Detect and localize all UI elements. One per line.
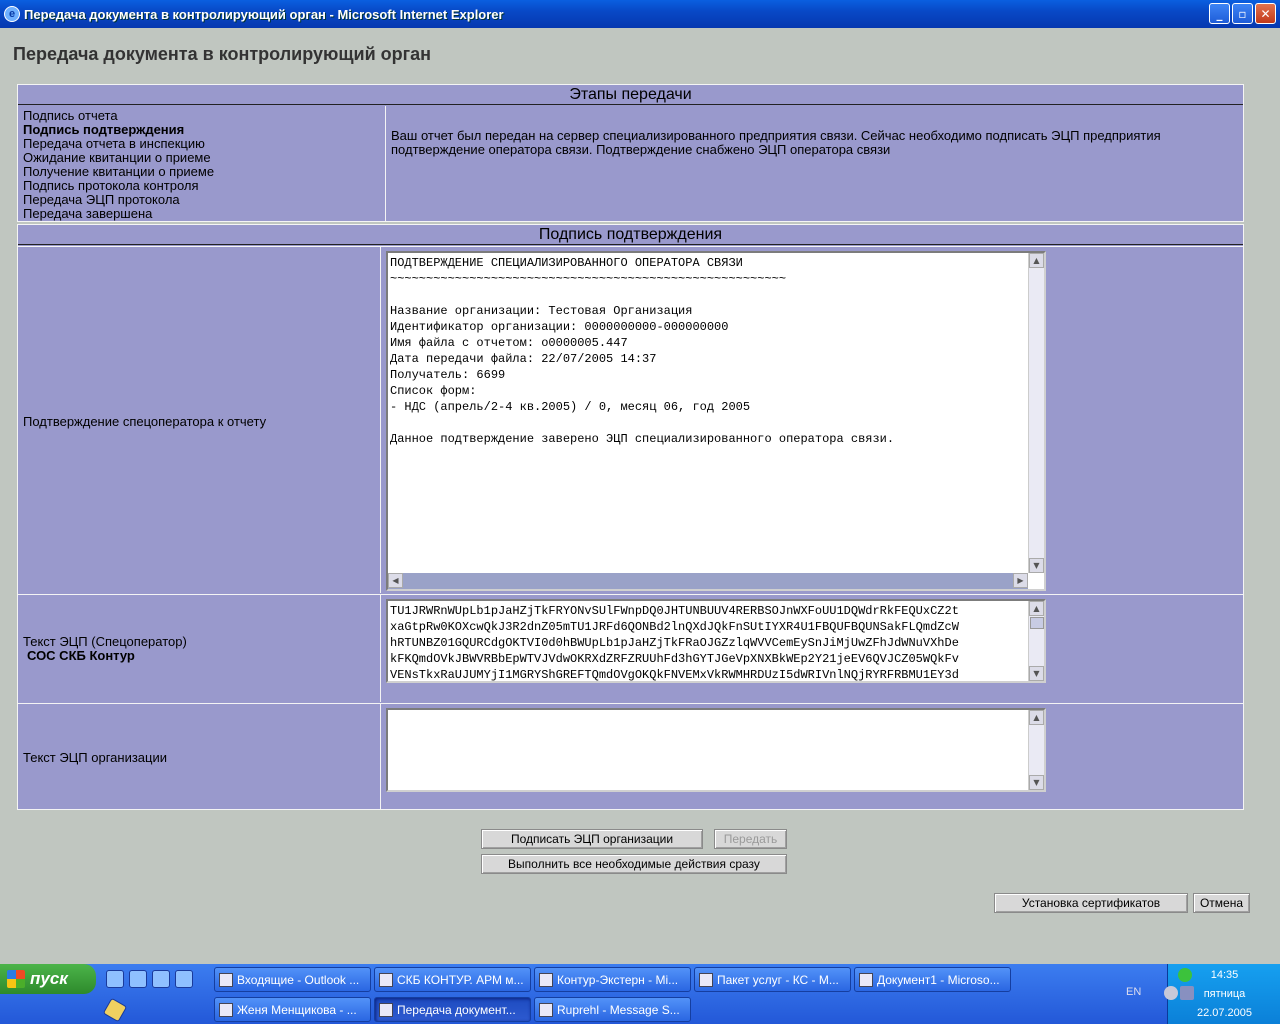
- window-title: Передача документа в контролирующий орга…: [24, 6, 504, 22]
- row-divider: [380, 247, 381, 593]
- start-button[interactable]: пуск: [0, 964, 96, 994]
- operator-signature-label: Текст ЭЦП (Спецоператор): [23, 634, 187, 649]
- windows-flag-icon: [7, 970, 25, 988]
- word-icon: [859, 972, 873, 987]
- app-icon: [219, 972, 233, 987]
- page-title: Передача документа в контролирующий орга…: [13, 44, 432, 64]
- sign-org-button[interactable]: Подписать ЭЦП организации: [481, 829, 703, 849]
- taskbar-item[interactable]: Контур-Экстерн - Mi...: [534, 967, 691, 992]
- taskbar-item[interactable]: Документ1 - Microso...: [854, 967, 1011, 992]
- operator-signature-vscroll[interactable]: ▲ ▼: [1028, 601, 1044, 681]
- app-icon: [539, 1002, 553, 1017]
- scroll-down-icon[interactable]: ▼: [1029, 558, 1044, 573]
- taskbar-item[interactable]: Женя Менщикова - ...: [214, 997, 371, 1022]
- stage-item: Передача завершена: [23, 206, 153, 221]
- task-label: Ruprehl - Message S...: [557, 1002, 680, 1017]
- taskbar-item-active[interactable]: Передача документ...: [374, 997, 531, 1022]
- system-tray: EN 14:35 пятница 22.07.2005: [1126, 964, 1280, 1024]
- stage-item-active: Подпись подтверждения: [23, 122, 185, 137]
- scroll-up-icon[interactable]: ▲: [1029, 710, 1044, 725]
- scroll-left-icon[interactable]: ◀: [388, 573, 403, 588]
- row-divider: [380, 704, 381, 810]
- task-label: Пакет услуг - КС - M...: [717, 972, 839, 987]
- stages-panel: Этапы передачи Подпись отчета Подпись по…: [17, 84, 1244, 222]
- maximize-button[interactable]: ▫: [1232, 3, 1253, 24]
- messenger-quicklaunch-icon[interactable]: [152, 970, 170, 988]
- org-signature-text: [388, 710, 1044, 714]
- start-label: пуск: [30, 969, 68, 988]
- scroll-thumb[interactable]: [1030, 617, 1044, 629]
- confirmation-row: Подтверждение спецоператора к отчету ПОД…: [18, 246, 1243, 593]
- transmit-button[interactable]: Передать: [714, 829, 787, 849]
- scroll-up-icon[interactable]: ▲: [1029, 253, 1044, 268]
- org-signature-textarea[interactable]: ▲ ▼: [386, 708, 1046, 792]
- window-title-bar[interactable]: e Передача документа в контролирующий ор…: [0, 0, 1280, 28]
- operator-signature-row: Текст ЭЦП (Спецоператор) СОС СКБ Контур …: [18, 594, 1243, 702]
- stage-description: Ваш отчет был передан на сервер специали…: [391, 128, 1161, 157]
- stage-item: Передача отчета в инспекцию: [23, 136, 205, 151]
- install-certificates-button[interactable]: Установка сертификатов: [994, 893, 1188, 913]
- clock-weekday: пятница: [1203, 988, 1246, 1000]
- clock-time[interactable]: 14:35: [1168, 969, 1280, 981]
- window-controls: _ ▫ ✕: [1209, 3, 1276, 24]
- task-label: Передача документ...: [397, 1002, 516, 1017]
- task-label: Женя Менщикова - ...: [237, 1002, 357, 1017]
- taskbar-item[interactable]: Входящие - Outlook ...: [214, 967, 371, 992]
- scroll-up-icon[interactable]: ▲: [1029, 601, 1044, 616]
- stage-item: Передача ЭЦП протокола: [23, 192, 180, 207]
- outlook-quicklaunch-icon[interactable]: [129, 970, 147, 988]
- app-icon: [539, 972, 553, 987]
- stage-list: Подпись отчета Подпись подтверждения Пер…: [18, 106, 386, 222]
- operator-name: СОС СКБ Контур: [27, 648, 135, 663]
- operator-signature-text: TU1JRWRnWUpLb1pJaHZjTkFRYONvSUlFWnpDQ0JH…: [390, 604, 959, 682]
- app-icon: [699, 972, 713, 987]
- scroll-right-icon[interactable]: ▶: [1013, 573, 1028, 588]
- confirmation-hscroll[interactable]: ◀ ▶: [388, 573, 1028, 589]
- ie-quicklaunch-icon[interactable]: [106, 970, 124, 988]
- stage-item: Ожидание квитанции о приеме: [23, 150, 211, 165]
- clock-date: 22.07.2005: [1196, 1007, 1253, 1019]
- do-all-button[interactable]: Выполнить все необходимые действия сразу: [481, 854, 787, 874]
- ie-icon: e: [4, 6, 20, 22]
- confirmation-label: Подтверждение спецоператора к отчету: [23, 414, 267, 429]
- confirmation-textarea[interactable]: ПОДТВЕРЖДЕНИЕ СПЕЦИАЛИЗИРОВАННОГО ОПЕРАТ…: [386, 251, 1046, 591]
- stage-item: Подпись отчета: [23, 108, 118, 123]
- scroll-down-icon[interactable]: ▼: [1029, 666, 1044, 681]
- taskbar-item[interactable]: СКБ КОНТУР. АРМ м...: [374, 967, 531, 992]
- task-label: СКБ КОНТУР. АРМ м...: [397, 972, 524, 987]
- org-signature-row: Текст ЭЦП организации ▲ ▼: [18, 703, 1243, 810]
- sign-header: Подпись подтверждения: [18, 225, 1243, 245]
- page-content: Передача документа в контролирующий орга…: [0, 28, 1280, 964]
- row-divider: [380, 595, 381, 702]
- task-label: Документ1 - Microso...: [877, 972, 1000, 987]
- pen-quicklaunch-icon[interactable]: [102, 997, 128, 1023]
- stage-item: Получение квитанции о приеме: [23, 164, 215, 179]
- stage-item: Подпись протокола контроля: [23, 178, 199, 193]
- app-icon: [379, 972, 393, 987]
- taskbar: пуск Входящие - Outlook ... СКБ КОНТУР. …: [0, 964, 1280, 1024]
- confirmation-vscroll[interactable]: ▲ ▼: [1028, 253, 1044, 573]
- operator-signature-textarea[interactable]: TU1JRWRnWUpLb1pJaHZjTkFRYONvSUlFWnpDQ0JH…: [386, 599, 1046, 683]
- taskbar-item[interactable]: Пакет услуг - КС - M...: [694, 967, 851, 992]
- org-signature-label: Текст ЭЦП организации: [23, 750, 168, 765]
- confirmation-text: ПОДТВЕРЖДЕНИЕ СПЕЦИАЛИЗИРОВАННОГО ОПЕРАТ…: [390, 256, 895, 446]
- task-label: Входящие - Outlook ...: [237, 972, 360, 987]
- task-label: Контур-Экстерн - Mi...: [557, 972, 679, 987]
- close-button[interactable]: ✕: [1255, 3, 1276, 24]
- cancel-button[interactable]: Отмена: [1193, 893, 1250, 913]
- minimize-button[interactable]: _: [1209, 3, 1230, 24]
- org-signature-vscroll[interactable]: ▲ ▼: [1028, 710, 1044, 790]
- app-icon: [379, 1002, 393, 1017]
- app-icon: [219, 1002, 233, 1017]
- desktop-quicklaunch-icon[interactable]: [175, 970, 193, 988]
- scroll-down-icon[interactable]: ▼: [1029, 775, 1044, 790]
- taskbar-item[interactable]: Ruprehl - Message S...: [534, 997, 691, 1022]
- language-indicator[interactable]: EN: [1126, 986, 1141, 998]
- quick-launch: [106, 970, 193, 988]
- stages-header: Этапы передачи: [18, 85, 1243, 105]
- sign-panel: Подпись подтверждения Подтверждение спец…: [17, 224, 1244, 810]
